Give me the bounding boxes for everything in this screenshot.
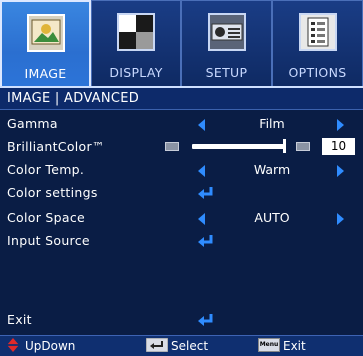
brilliant-color-slider[interactable] [192,144,284,149]
color-temp-label: Color Temp. [7,162,85,177]
tab-display[interactable]: DISPLAY [91,0,181,86]
display-icon [117,13,155,51]
tab-image[interactable]: IMAGE [0,0,91,86]
exit-label: Exit [7,312,32,327]
brilliant-color-max-icon [296,142,310,151]
tab-bar: IMAGE DISPLAY SETUP OPTIONS [0,0,363,86]
left-arrow-icon[interactable] [198,165,205,177]
footer-updown: UpDown [6,338,106,354]
osd-menu: IMAGE DISPLAY SETUP OPTIONS IMAGE | ADVA… [0,0,363,356]
gamma-row[interactable]: Gamma Film [0,112,363,136]
right-arrow-icon[interactable] [337,213,344,225]
input-source-label: Input Source [7,233,90,248]
color-settings-label: Color settings [7,185,98,200]
right-arrow-icon[interactable] [337,119,344,131]
color-settings-row[interactable]: Color settings [0,181,363,205]
slider-handle[interactable] [283,139,286,153]
input-source-row[interactable]: Input Source [0,229,363,253]
enter-icon[interactable] [197,313,215,327]
color-space-value: AUTO [254,210,290,225]
right-arrow-icon[interactable] [337,165,344,177]
color-space-label: Color Space [7,210,86,225]
options-icon [298,13,337,51]
updown-arrows-icon [7,338,19,352]
gamma-label: Gamma [7,116,58,131]
tab-setup-label: SETUP [205,65,248,80]
brilliant-color-min-icon [165,142,179,151]
color-space-row[interactable]: Color Space AUTO [0,206,363,230]
left-arrow-icon[interactable] [198,213,205,225]
submenu-header: IMAGE | ADVANCED [0,86,363,110]
exit-row[interactable]: Exit [0,308,363,332]
footer-exit-label: Exit [283,339,306,353]
page-title: IMAGE | ADVANCED [7,91,140,106]
tab-options-label: OPTIONS [288,65,347,80]
image-icon [26,14,65,52]
footer-select: Select [146,338,236,354]
enter-icon[interactable] [197,186,215,200]
gamma-value: Film [259,116,285,131]
enter-icon[interactable] [197,234,215,248]
color-temp-value: Warm [253,162,291,177]
footer-hint-bar: UpDown Select Menu Exit [0,335,363,356]
setup-icon [207,13,246,51]
tab-options[interactable]: OPTIONS [272,0,363,86]
brilliant-color-value: 10 [322,138,355,155]
footer-select-label: Select [171,339,209,353]
color-temp-row[interactable]: Color Temp. Warm [0,158,363,182]
tab-display-label: DISPLAY [109,65,163,80]
menu-key-icon: Menu [258,338,280,352]
brilliant-color-row[interactable]: BrilliantColor™ 10 [0,135,363,159]
tab-setup[interactable]: SETUP [181,0,272,86]
enter-key-icon [146,338,168,352]
footer-exit: Menu Exit [258,338,348,354]
tab-image-label: IMAGE [24,66,67,81]
left-arrow-icon[interactable] [198,119,205,131]
brilliant-color-label: BrilliantColor™ [7,139,105,154]
footer-updown-label: UpDown [25,339,76,353]
